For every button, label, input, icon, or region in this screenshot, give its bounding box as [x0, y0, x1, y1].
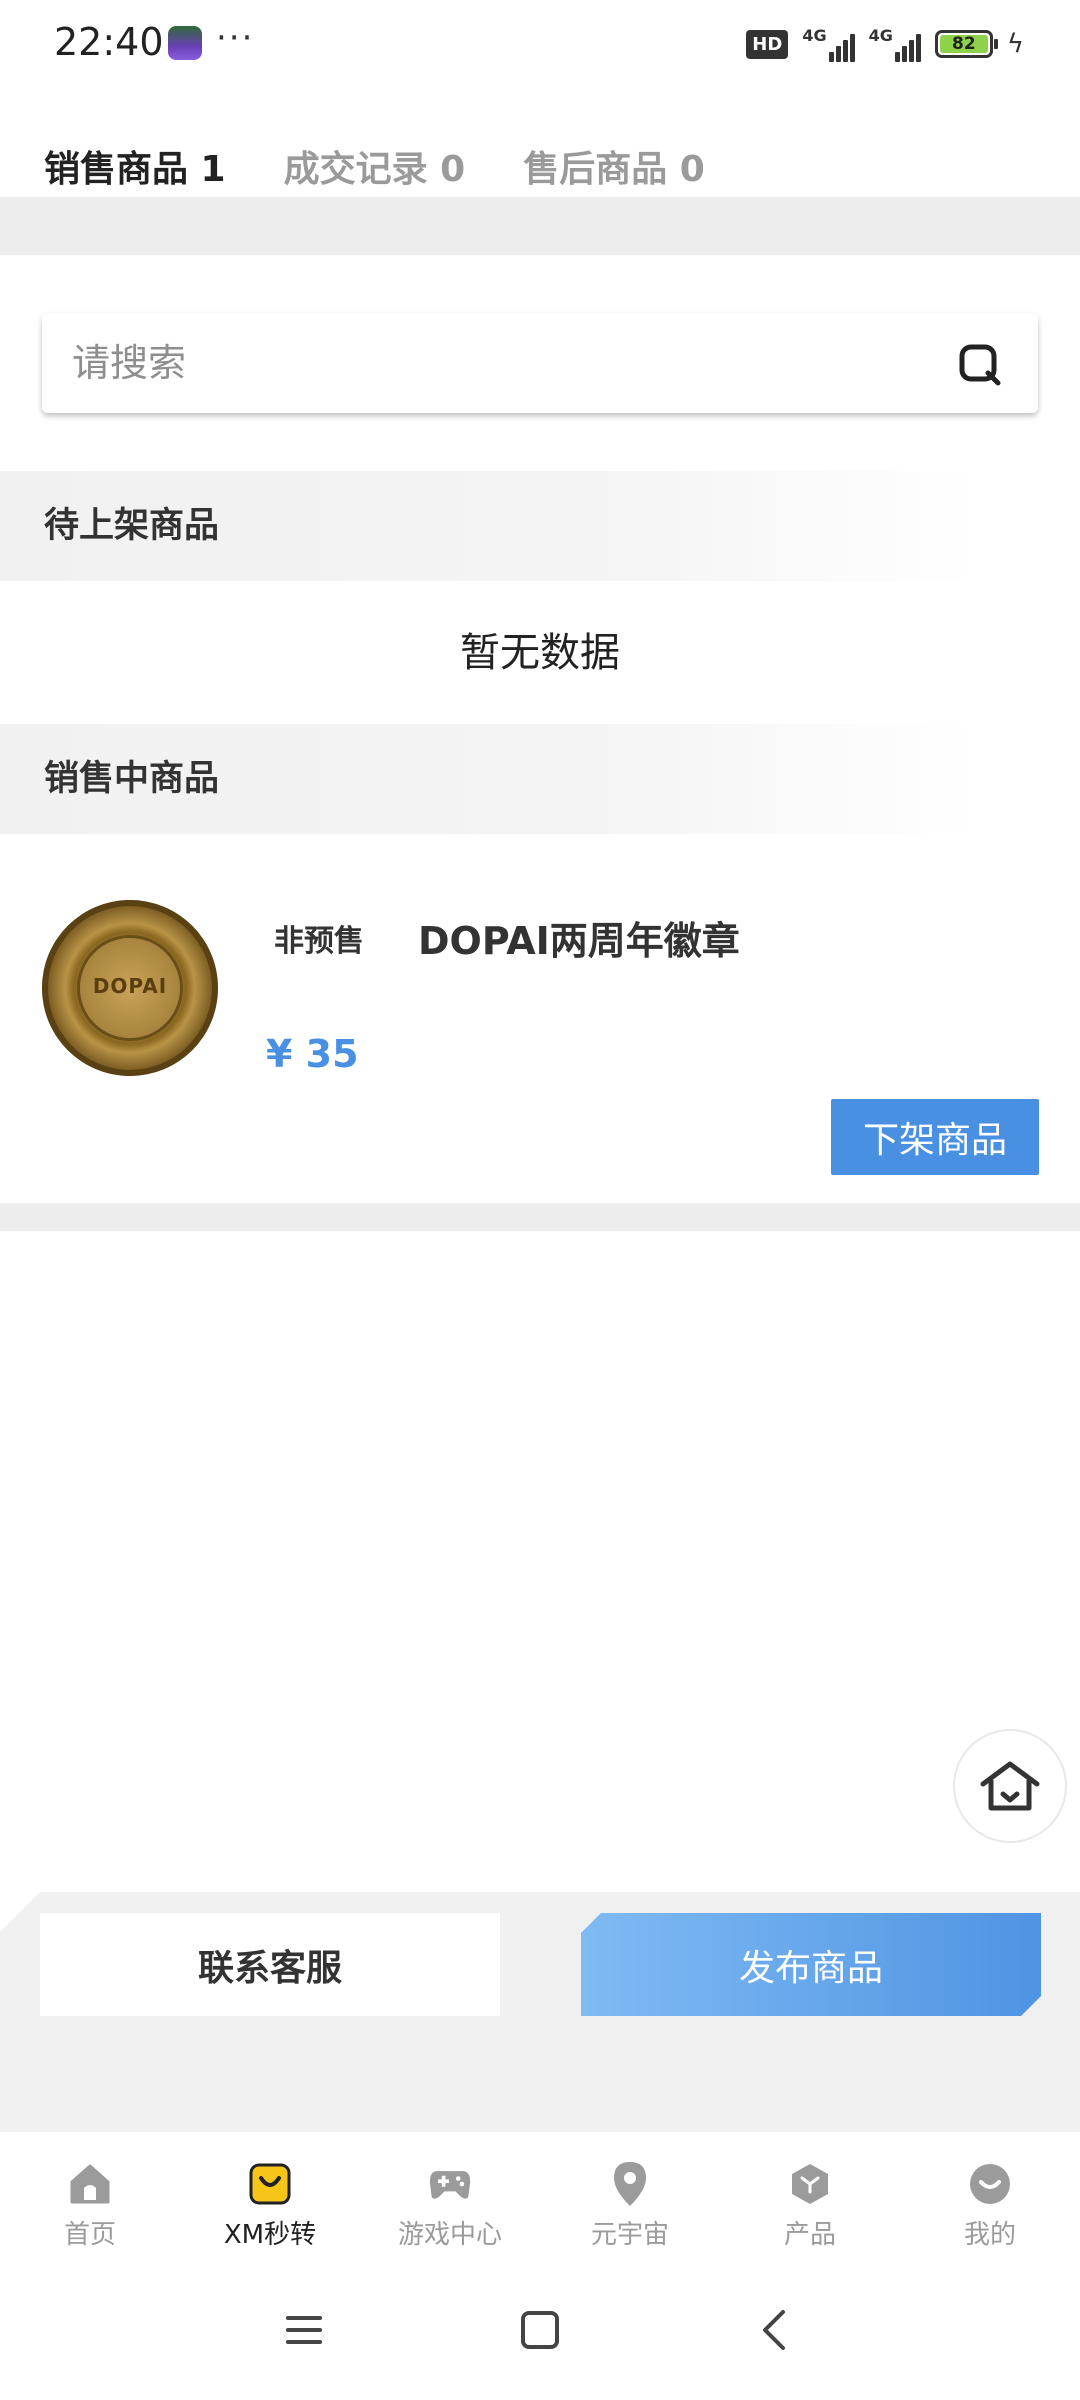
floating-home-button[interactable] [953, 1729, 1067, 1843]
pending-section-title: 待上架商品 [44, 506, 220, 546]
tab-transactions-label: 成交记录 0 [283, 149, 466, 190]
search-box [42, 313, 1038, 413]
home-square-icon[interactable] [510, 2300, 570, 2360]
charging-icon: ϟ [1006, 29, 1024, 59]
nav-home[interactable]: 首页 [0, 2132, 180, 2272]
more-notifications-icon: ··· [216, 18, 255, 58]
divider-band [0, 197, 1080, 255]
tab-after-sales[interactable]: 售后商品 0 [523, 140, 705, 200]
selling-section-title: 销售中商品 [44, 759, 220, 799]
nav-metaverse-label: 元宇宙 [590, 2220, 669, 2250]
tab-transactions[interactable]: 成交记录 0 [284, 140, 466, 200]
unlist-product-button[interactable]: 下架商品 [831, 1099, 1039, 1175]
tab-selling[interactable]: 销售商品 1 [44, 140, 226, 214]
location-pin-icon [608, 2162, 652, 2206]
network-type-2: 4G [868, 26, 893, 45]
signal-icon-1: 4G [802, 26, 855, 62]
battery-icon: 82 [934, 30, 998, 58]
status-bar: 22:40 ··· HD 4G 4G 82 ϟ [0, 0, 1080, 90]
divider-band-2 [0, 1203, 1080, 1231]
signal-icon-2: 4G [869, 26, 921, 62]
nav-game-center-label: 游戏中心 [397, 2220, 502, 2250]
tab-after-sales-label: 售后商品 0 [523, 149, 705, 190]
nav-home-label: 首页 [63, 2220, 116, 2250]
presale-tag: 非预售 [274, 924, 364, 959]
battery-level: 82 [939, 34, 988, 54]
search-input[interactable] [72, 313, 932, 413]
back-icon[interactable] [744, 2300, 804, 2360]
nav-metaverse[interactable]: 元宇宙 [540, 2132, 720, 2272]
status-indicators: HD 4G 4G 82 ϟ [746, 24, 1024, 64]
product-name: DOPAI两周年徽章 [418, 919, 740, 963]
menu-icon[interactable] [274, 2300, 334, 2360]
nav-products-label: 产品 [783, 2220, 836, 2250]
nav-products[interactable]: 产品 [720, 2132, 900, 2272]
nav-profile-label: 我的 [963, 2220, 1016, 2250]
product-image-text: DOPAI [92, 974, 168, 998]
home-icon [68, 2162, 112, 2206]
publish-product-button[interactable]: 发布商品 [581, 1913, 1041, 2016]
home-icon [980, 1761, 1040, 1811]
search-icon[interactable] [958, 343, 1002, 387]
contact-support-button[interactable]: 联系客服 [40, 1913, 500, 2016]
product-image[interactable]: DOPAI [42, 900, 218, 1076]
empty-state-text: 暂无数据 [460, 630, 620, 676]
tab-bar: 销售商品 1 成交记录 0 售后商品 0 [44, 140, 705, 214]
pending-section-header: 待上架商品 [0, 471, 980, 581]
nav-xm-transfer[interactable]: XM秒转 [180, 2132, 360, 2272]
profile-icon [968, 2162, 1012, 2206]
app-notification-icon [168, 26, 202, 60]
tab-selling-label: 销售商品 1 [44, 149, 226, 190]
action-bar-corner [0, 1892, 40, 1932]
nav-profile[interactable]: 我的 [900, 2132, 1080, 2272]
cube-icon [788, 2162, 832, 2206]
shopping-bag-icon [248, 2162, 292, 2206]
network-type-1: 4G [802, 26, 827, 45]
selling-section-header: 销售中商品 [0, 724, 980, 834]
product-price: ¥ 35 [266, 1032, 359, 1076]
system-nav-bar [0, 2272, 1080, 2400]
status-time: 22:40 [54, 20, 164, 64]
bottom-nav: 首页 XM秒转 游戏中心 元宇宙 产品 我的 [0, 2132, 1080, 2272]
gamepad-icon [428, 2162, 472, 2206]
hd-voice-icon: HD [746, 29, 789, 59]
nav-game-center[interactable]: 游戏中心 [360, 2132, 540, 2272]
nav-xm-transfer-label: XM秒转 [223, 2220, 317, 2250]
